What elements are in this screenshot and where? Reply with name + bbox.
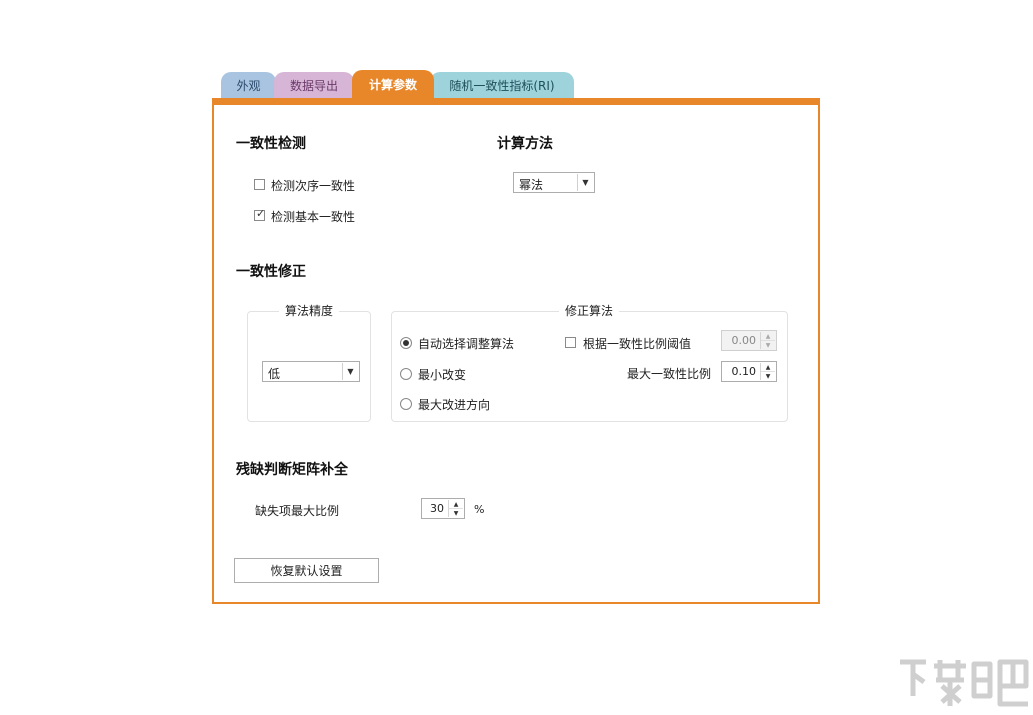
chevron-down-icon[interactable]: ▼ xyxy=(342,363,358,380)
max-ratio-value: 0.10 xyxy=(731,365,757,378)
calc-method-heading: 计算方法 xyxy=(497,136,553,152)
threshold-spinner[interactable]: 0.00 ▲ ▼ xyxy=(721,330,777,351)
chevron-down-icon[interactable]: ▼ xyxy=(761,372,775,380)
max-missing-value: 30 xyxy=(430,502,444,515)
calc-method-select[interactable]: 幂法 ▼ xyxy=(513,172,595,193)
consistency-check-heading: 一致性检测 xyxy=(236,136,306,152)
precision-select[interactable]: 低 ▼ xyxy=(262,361,360,382)
check-basic-consistency-label: 检测基本一致性 xyxy=(271,210,356,224)
chevron-up-icon[interactable]: ▲ xyxy=(761,363,775,372)
precision-legend: 算法精度 xyxy=(279,302,340,319)
max-improvement-label: 最大改进方向 xyxy=(418,398,491,412)
check-order-consistency-label: 检测次序一致性 xyxy=(271,179,356,193)
max-ratio-spinner[interactable]: 0.10 ▲ ▼ xyxy=(721,361,777,382)
chevron-down-icon[interactable]: ▼ xyxy=(577,174,593,191)
spinner-buttons: ▲ ▼ xyxy=(448,500,463,517)
percent-unit: % xyxy=(474,503,485,516)
calc-method-value: 幂法 xyxy=(519,178,544,192)
restore-defaults-label: 恢复默认设置 xyxy=(270,564,343,578)
chevron-down-icon[interactable]: ▼ xyxy=(449,509,463,517)
restore-defaults-button[interactable]: 恢复默认设置 xyxy=(234,558,379,583)
tab-label: 外观 xyxy=(236,79,261,93)
max-improvement-radio[interactable] xyxy=(400,398,412,410)
minimal-change-radio[interactable] xyxy=(400,368,412,380)
auto-select-radio[interactable] xyxy=(400,337,412,349)
chevron-down-icon[interactable]: ▼ xyxy=(761,341,775,349)
tab-label: 计算参数 xyxy=(368,78,417,92)
threshold-value: 0.00 xyxy=(731,334,757,347)
threshold-checkbox[interactable] xyxy=(565,337,576,348)
checkmark-icon: ✓ xyxy=(256,207,266,220)
max-missing-spinner[interactable]: 30 ▲ ▼ xyxy=(421,498,465,519)
correction-heading: 一致性修正 xyxy=(236,264,306,280)
spinner-buttons: ▲ ▼ xyxy=(760,332,775,349)
chevron-up-icon[interactable]: ▲ xyxy=(761,332,775,341)
tab-calc-params[interactable]: 计算参数 xyxy=(352,70,434,99)
check-order-consistency-checkbox[interactable] xyxy=(254,179,265,190)
tab-label: 随机一致性指标(RI) xyxy=(449,79,555,93)
check-basic-consistency-checkbox[interactable]: ✓ xyxy=(254,207,266,221)
tab-appearance[interactable]: 外观 xyxy=(221,72,276,99)
threshold-label: 根据一致性比例阈值 xyxy=(583,337,692,351)
chevron-up-icon[interactable]: ▲ xyxy=(449,500,463,509)
watermark-logo xyxy=(900,659,1029,707)
tab-label: 数据导出 xyxy=(289,79,338,93)
auto-select-label: 自动选择调整算法 xyxy=(418,337,515,351)
max-ratio-label: 最大一致性比例 xyxy=(627,367,712,381)
matrix-completion-heading: 残缺判断矩阵补全 xyxy=(236,462,348,478)
algorithm-legend: 修正算法 xyxy=(559,302,620,319)
tab-random-consistency-index[interactable]: 随机一致性指标(RI) xyxy=(430,72,574,99)
radio-dot xyxy=(403,340,409,346)
tab-data-export[interactable]: 数据导出 xyxy=(274,72,354,99)
precision-value: 低 xyxy=(268,367,281,381)
minimal-change-label: 最小改变 xyxy=(418,368,467,382)
spinner-buttons: ▲ ▼ xyxy=(760,363,775,380)
max-missing-label: 缺失项最大比例 xyxy=(255,504,340,518)
